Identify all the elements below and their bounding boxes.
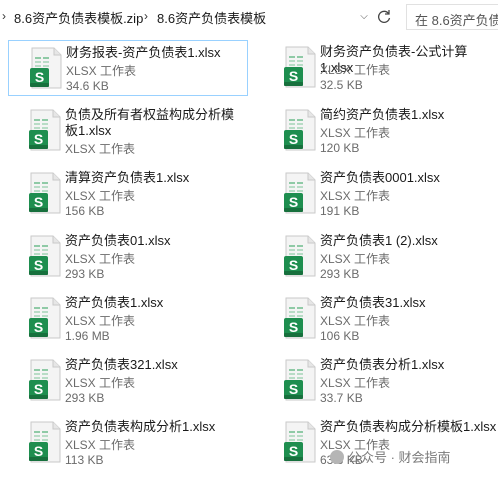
- chevron-right-icon[interactable]: ›: [144, 9, 148, 23]
- file-type: XLSX 工作表: [65, 189, 136, 203]
- file-item[interactable]: S 资产负债表1 (2).xlsx XLSX 工作表 293 KB: [263, 229, 498, 285]
- svg-text:S: S: [289, 194, 298, 210]
- file-type: XLSX 工作表: [320, 314, 391, 328]
- file-type: XLSX 工作表: [65, 142, 136, 156]
- file-type: XLSX 工作表: [65, 252, 136, 266]
- file-type: XLSX 工作表: [320, 252, 391, 266]
- file-item[interactable]: S 资产负债表1.xlsx XLSX 工作表 1.96 MB: [8, 291, 248, 347]
- file-item[interactable]: S 负债及所有者权益构成分析模板1.xlsx XLSX 工作表: [8, 103, 248, 159]
- file-name: 财务报表-资产负债表1.xlsx: [66, 45, 221, 60]
- file-name: 资产负债表0001.xlsx: [320, 170, 440, 185]
- file-item[interactable]: S 资产负债表0001.xlsx XLSX 工作表 191 KB: [263, 166, 498, 222]
- file-item[interactable]: S 资产负债表分析1.xlsx XLSX 工作表 33.7 KB: [263, 353, 498, 409]
- file-name: 资产负债表构成分析1.xlsx: [65, 419, 216, 434]
- address-bar[interactable]: › 8.6资产负债表模板.zip › 8.6资产负债表模板 ⌵ 在 8.6资产负…: [0, 0, 498, 36]
- file-type: XLSX 工作表: [65, 438, 136, 452]
- breadcrumb-zip[interactable]: 8.6资产负债表模板.zip: [14, 8, 143, 27]
- breadcrumb-folder[interactable]: 8.6资产负债表模板: [157, 8, 266, 27]
- svg-text:S: S: [289, 319, 298, 335]
- refresh-icon[interactable]: [375, 7, 393, 27]
- search-placeholder: 在 8.6资产负债表: [415, 13, 498, 28]
- file-name: 资产负债表01.xlsx: [65, 233, 171, 248]
- file-item[interactable]: S 清算资产负债表1.xlsx XLSX 工作表 156 KB: [8, 166, 248, 222]
- file-type: XLSX 工作表: [66, 64, 137, 78]
- excel-file-icon: S: [284, 46, 316, 88]
- file-item[interactable]: S 财务报表-资产负债表1.xlsx XLSX 工作表 34.6 KB: [8, 40, 248, 96]
- excel-file-icon: S: [29, 297, 61, 339]
- excel-file-icon: S: [284, 359, 316, 401]
- file-name: 简约资产负债表1.xlsx: [320, 107, 445, 122]
- excel-file-icon: S: [284, 297, 316, 339]
- chevron-right-icon[interactable]: ›: [2, 9, 6, 23]
- svg-text:S: S: [34, 194, 43, 210]
- file-size: 33.7 KB: [320, 391, 363, 405]
- file-name: 资产负债表1.xlsx: [65, 295, 164, 310]
- file-size: 293 KB: [65, 267, 105, 281]
- file-size: 1.96 MB: [65, 329, 110, 343]
- excel-file-icon: S: [29, 421, 61, 463]
- excel-file-icon: S: [29, 172, 61, 214]
- svg-text:S: S: [34, 131, 43, 147]
- file-name: 资产负债表31.xlsx: [320, 295, 426, 310]
- file-item[interactable]: S 简约资产负债表1.xlsx XLSX 工作表 120 KB: [263, 103, 498, 159]
- search-input[interactable]: 在 8.6资产负债表: [406, 4, 498, 30]
- excel-file-icon: S: [284, 421, 316, 463]
- file-name: 资产负债表1 (2).xlsx: [320, 233, 438, 248]
- file-type: XLSX 工作表: [320, 126, 391, 140]
- file-name: 清算资产负债表1.xlsx: [65, 170, 190, 185]
- file-type: XLSX 工作表: [65, 314, 136, 328]
- file-name: 资产负债表构成分析模板1.xlsx: [320, 419, 497, 434]
- excel-file-icon: S: [30, 47, 62, 89]
- svg-text:S: S: [34, 443, 43, 459]
- svg-text:S: S: [289, 131, 298, 147]
- excel-file-icon: S: [284, 172, 316, 214]
- file-item[interactable]: S 财务资产负债表-公式计算1.xlsx XLSX 工作表 32.5 KB: [263, 40, 498, 96]
- history-dropdown-icon[interactable]: ⌵: [356, 7, 372, 27]
- file-type: XLSX 工作表: [65, 376, 136, 390]
- watermark: 公众号 · 财会指南: [330, 447, 451, 466]
- file-item[interactable]: S 资产负债表321.xlsx XLSX 工作表 293 KB: [8, 353, 248, 409]
- file-size: 293 KB: [320, 267, 360, 281]
- file-size: 120 KB: [320, 141, 360, 155]
- file-item[interactable]: S 资产负债表构成分析1.xlsx XLSX 工作表 113 KB: [8, 415, 248, 471]
- svg-text:S: S: [289, 443, 298, 459]
- watermark-text: 公众号 · 财会指南: [348, 450, 451, 465]
- excel-file-icon: S: [29, 359, 61, 401]
- wechat-logo-icon: [330, 450, 344, 464]
- excel-file-icon: S: [29, 235, 61, 277]
- file-name: 资产负债表分析1.xlsx: [320, 357, 445, 372]
- file-item[interactable]: S 资产负债表01.xlsx XLSX 工作表 293 KB: [8, 229, 248, 285]
- svg-text:S: S: [35, 69, 44, 85]
- excel-file-icon: S: [29, 109, 61, 151]
- file-size: 113 KB: [65, 453, 104, 467]
- excel-file-icon: S: [284, 235, 316, 277]
- file-type: XLSX 工作表: [320, 189, 391, 203]
- file-item[interactable]: S 资产负债表31.xlsx XLSX 工作表 106 KB: [263, 291, 498, 347]
- file-type: XLSX 工作表: [320, 376, 391, 390]
- file-type: XLSX 工作表: [320, 63, 391, 77]
- svg-text:S: S: [34, 381, 43, 397]
- file-size: 191 KB: [320, 204, 360, 218]
- svg-text:S: S: [289, 68, 298, 84]
- svg-text:S: S: [34, 319, 43, 335]
- file-name: 负债及所有者权益构成分析模板1.xlsx: [65, 107, 235, 138]
- excel-file-icon: S: [284, 109, 316, 151]
- file-size: 32.5 KB: [320, 78, 363, 92]
- file-name: 资产负债表321.xlsx: [65, 357, 178, 372]
- svg-text:S: S: [289, 381, 298, 397]
- svg-text:S: S: [289, 257, 298, 273]
- file-size: 156 KB: [65, 204, 105, 218]
- file-size: 34.6 KB: [66, 79, 109, 93]
- svg-text:S: S: [34, 257, 43, 273]
- file-size: 106 KB: [320, 329, 360, 343]
- file-size: 293 KB: [65, 391, 105, 405]
